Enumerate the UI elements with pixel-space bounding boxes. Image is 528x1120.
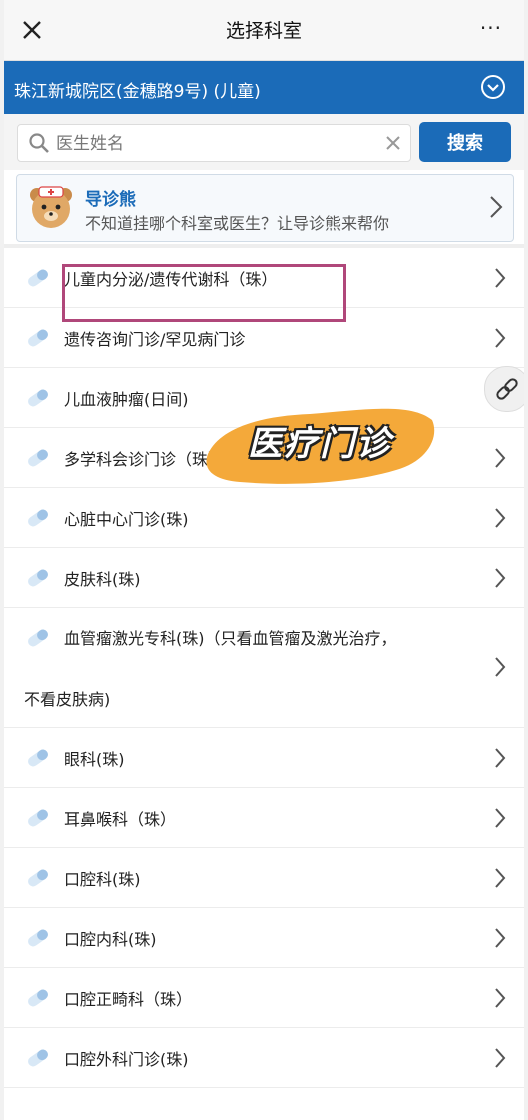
guide-title: 导诊熊 xyxy=(85,190,136,210)
search-box xyxy=(17,124,411,163)
guide-subtitle: 不知道挂哪个科室或医生？让导诊熊来帮你 xyxy=(85,214,390,233)
search-icon xyxy=(29,133,49,153)
pill-icon xyxy=(28,569,48,587)
list-item[interactable]: 心脏中心门诊(珠) xyxy=(4,488,524,548)
chevron-right-icon xyxy=(495,268,506,288)
department-label: 眼科(珠) xyxy=(64,750,125,769)
hospital-selector[interactable]: 珠江新城院区(金穗路9号) (儿童) xyxy=(4,61,524,114)
pill-icon xyxy=(28,809,48,827)
department-label: 耳鼻喉科（珠） xyxy=(64,810,177,829)
department-label: 口腔科(珠) xyxy=(64,870,141,889)
chevron-right-icon xyxy=(495,508,506,528)
pill-icon xyxy=(28,929,48,947)
list-item[interactable]: 口腔外科门诊(珠) xyxy=(4,1028,524,1088)
chevron-right-icon xyxy=(495,808,506,828)
pill-icon xyxy=(28,989,48,1007)
pill-icon xyxy=(28,1049,48,1067)
chevron-right-icon xyxy=(495,748,506,768)
stamp-text: 医疗门诊 xyxy=(248,424,392,464)
link-icon xyxy=(496,378,518,400)
app-frame: 选择科室 ··· 珠江新城院区(金穗路9号) (儿童) 搜索 xyxy=(4,0,524,1120)
chevron-right-icon xyxy=(495,928,506,948)
chevron-right-icon xyxy=(495,448,506,468)
list-item[interactable]: 耳鼻喉科（珠） xyxy=(4,788,524,848)
brush-stamp-overlay: 医疗门诊 xyxy=(200,398,440,490)
guide-bear-icon xyxy=(30,186,72,228)
share-link-button[interactable] xyxy=(484,366,524,412)
department-label: 皮肤科(珠) xyxy=(64,570,141,589)
department-label: 口腔正畸科（珠） xyxy=(64,990,193,1009)
pill-icon xyxy=(28,869,48,887)
chevron-right-icon xyxy=(495,568,506,588)
department-label: 儿血液肿瘤(日间) xyxy=(64,390,189,409)
list-item[interactable]: 血管瘤激光专科(珠)（只看血管瘤及激光治疗，不看皮肤病) xyxy=(4,608,524,728)
pill-icon xyxy=(28,389,48,407)
department-label: 口腔内科(珠) xyxy=(64,930,157,949)
chevron-right-icon xyxy=(495,988,506,1008)
pill-icon xyxy=(28,329,48,347)
list-item[interactable]: 眼科(珠) xyxy=(4,728,524,788)
search-input[interactable] xyxy=(54,125,368,163)
department-label: 口腔外科门诊(珠) xyxy=(64,1050,189,1069)
clear-icon[interactable] xyxy=(382,132,404,154)
chevron-right-icon xyxy=(495,868,506,888)
hospital-name: 珠江新城院区(金穗路9号) (儿童) xyxy=(14,82,261,102)
department-list: 儿童内分泌/遗传代谢科（珠） 遗传咨询门诊/罕见病门诊 儿血液肿瘤(日间) 多学… xyxy=(4,248,524,1088)
highlight-annotation-box xyxy=(62,264,346,322)
pill-icon xyxy=(28,509,48,527)
list-item[interactable]: 皮肤科(珠) xyxy=(4,548,524,608)
department-label: 血管瘤激光专科(珠)（只看血管瘤及激光治疗，不看皮肤病) xyxy=(24,629,397,709)
search-row: 搜索 xyxy=(4,114,524,170)
chevron-right-icon xyxy=(490,196,503,218)
page-title: 选择科室 xyxy=(225,20,302,42)
search-button[interactable]: 搜索 xyxy=(419,122,511,162)
list-item[interactable]: 口腔内科(珠) xyxy=(4,908,524,968)
chevron-right-icon xyxy=(495,657,506,677)
guide-bear-card[interactable]: 导诊熊 不知道挂哪个科室或医生？让导诊熊来帮你 xyxy=(16,174,514,242)
chevron-right-icon xyxy=(495,328,506,348)
chevron-right-icon xyxy=(495,1048,506,1068)
list-item[interactable]: 口腔正畸科（珠） xyxy=(4,968,524,1028)
pill-icon xyxy=(28,269,48,287)
department-label: 遗传咨询门诊/罕见病门诊 xyxy=(64,330,246,349)
chevron-down-circle-icon[interactable] xyxy=(480,74,506,100)
department-label: 心脏中心门诊(珠) xyxy=(64,510,189,529)
top-bar: 选择科室 ··· xyxy=(4,0,524,61)
more-menu-button[interactable]: ··· xyxy=(480,16,502,40)
list-item[interactable]: 口腔科(珠) xyxy=(4,848,524,908)
pill-icon xyxy=(28,449,48,467)
pill-icon xyxy=(28,749,48,767)
